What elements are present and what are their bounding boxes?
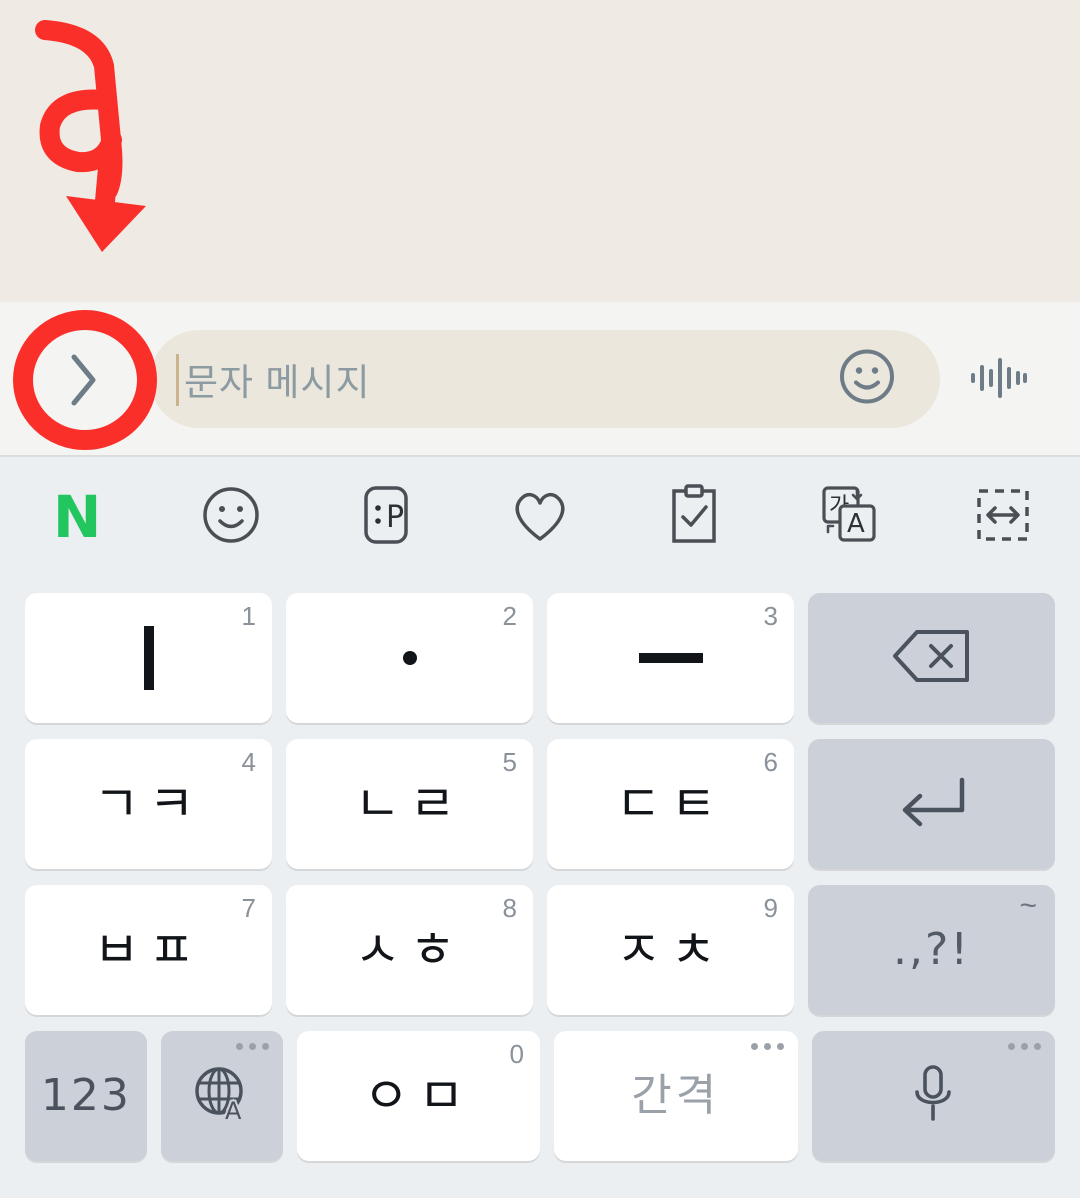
key-more-options-icon: [235, 1043, 269, 1050]
key-label: ㅂㅍ: [93, 921, 204, 979]
chevron-right-icon: [63, 349, 103, 411]
text-cursor: [176, 354, 179, 406]
translate-icon: 가 A: [816, 482, 882, 553]
key-label: ㅅㅎ: [354, 921, 465, 979]
key-punctuation[interactable]: .,?! ~: [808, 885, 1055, 1015]
heart-icon: [507, 484, 573, 551]
toolbar-item-translate[interactable]: 가 A: [771, 459, 925, 575]
toolbar-item-favorites[interactable]: [463, 459, 617, 575]
microphone-icon: [907, 1061, 959, 1132]
svg-text:A: A: [847, 509, 865, 539]
return-icon: [892, 774, 972, 835]
key-dot[interactable]: 2: [286, 593, 533, 723]
key-number-label: 5: [502, 747, 517, 777]
message-placeholder: 문자 메시지: [184, 362, 371, 403]
keyboard-toolbar: N P 가 A: [0, 459, 1080, 575]
key-label: ㅇㅁ: [363, 1067, 474, 1125]
keyboard-row-2: ㄱㅋ 4 ㄴㄹ 5 ㄷㅌ 6: [18, 731, 1062, 877]
key-siot-hieut[interactable]: ㅅㅎ 8: [286, 885, 533, 1015]
naver-logo: N: [52, 483, 102, 551]
key-giyeok-kieuk[interactable]: ㄱㅋ 4: [25, 739, 272, 869]
key-number-label: 0: [509, 1039, 524, 1069]
key-more-options-icon: [750, 1043, 784, 1050]
horizontal-stroke-glyph: [638, 653, 703, 663]
key-number-label: 1: [241, 601, 256, 631]
key-nieun-rieul[interactable]: ㄴㄹ 5: [286, 739, 533, 869]
globe-language-icon: A: [189, 1061, 255, 1132]
key-backspace[interactable]: [808, 593, 1055, 723]
key-more-options-icon: [1008, 1043, 1041, 1050]
chat-message-area: [0, 0, 1080, 302]
key-enter[interactable]: [808, 739, 1055, 869]
key-jieut-chieut[interactable]: ㅈㅊ 9: [547, 885, 794, 1015]
audio-waveform-icon: [968, 352, 1030, 409]
key-number-label: 9: [763, 893, 778, 923]
key-label: .,?!: [893, 924, 970, 975]
korean-keyboard: 1 2 3 ㄱㅋ 4 ㄴㄹ 5 ㄷㅌ 6 ㅂㅍ 7 ㅅㅎ 8 ㅈㅊ 9 .,?!…: [0, 575, 1080, 1198]
resize-keyboard-icon: [972, 484, 1034, 551]
emoticon-icon: P: [356, 483, 416, 552]
keyboard-row-4: 123 A ㅇㅁ 0 간격: [18, 1023, 1062, 1169]
emoji-icon: [200, 484, 262, 551]
key-label: 간격: [631, 1070, 721, 1121]
key-number-label: 6: [763, 747, 778, 777]
key-language[interactable]: A: [160, 1031, 283, 1161]
key-label: 123: [40, 1070, 131, 1121]
key-label: ㄱㅋ: [93, 775, 204, 833]
dot-glyph: [402, 651, 417, 665]
clipboard-check-icon: [666, 483, 722, 552]
toolbar-item-emoji[interactable]: [154, 459, 308, 575]
key-tilde-label: ~: [1019, 889, 1037, 922]
toolbar-item-emoticon[interactable]: P: [309, 459, 463, 575]
svg-text:A: A: [225, 1097, 242, 1125]
voice-input-button[interactable]: [963, 348, 1035, 412]
key-label: ㄴㄹ: [354, 775, 465, 833]
keyboard-row-3: ㅂㅍ 7 ㅅㅎ 8 ㅈㅊ 9 .,?! ~: [18, 877, 1062, 1023]
key-ieung-mieum[interactable]: ㅇㅁ 0: [296, 1031, 540, 1161]
svg-text:P: P: [386, 500, 404, 535]
emoji-button[interactable]: [838, 348, 896, 411]
message-text-field[interactable]: 문자 메시지: [150, 330, 940, 428]
toolbar-item-naver[interactable]: N: [0, 459, 154, 575]
key-digeut-tieut[interactable]: ㄷㅌ 6: [547, 739, 794, 869]
key-i[interactable]: 1: [25, 593, 272, 723]
key-eu[interactable]: 3: [547, 593, 794, 723]
key-number-label: 3: [763, 601, 778, 631]
vertical-stroke-glyph: [143, 626, 154, 690]
key-numeric[interactable]: 123: [25, 1031, 147, 1161]
key-label: ㄷㅌ: [615, 775, 726, 833]
keyboard-row-1: 1 2 3: [18, 585, 1062, 731]
key-space[interactable]: 간격: [554, 1031, 798, 1161]
key-microphone[interactable]: [811, 1031, 1055, 1161]
key-number-label: 8: [502, 893, 517, 923]
key-bieup-pieup[interactable]: ㅂㅍ 7: [25, 885, 272, 1015]
toolbar-item-resize[interactable]: [926, 459, 1080, 575]
key-number-label: 2: [502, 601, 517, 631]
expand-toolbar-button[interactable]: [46, 338, 120, 422]
backspace-icon: [889, 625, 975, 692]
key-number-label: 7: [241, 893, 256, 923]
phone-screen: 문자 메시지 N P 가 A 1 2 3 ㄱㅋ 4 ㄴㄹ 5 ㄷㅌ 6 ㅂㅍ 7…: [0, 0, 1080, 1198]
toolbar-item-clipboard[interactable]: [617, 459, 771, 575]
key-label: ㅈㅊ: [615, 921, 726, 979]
key-number-label: 4: [241, 747, 256, 777]
